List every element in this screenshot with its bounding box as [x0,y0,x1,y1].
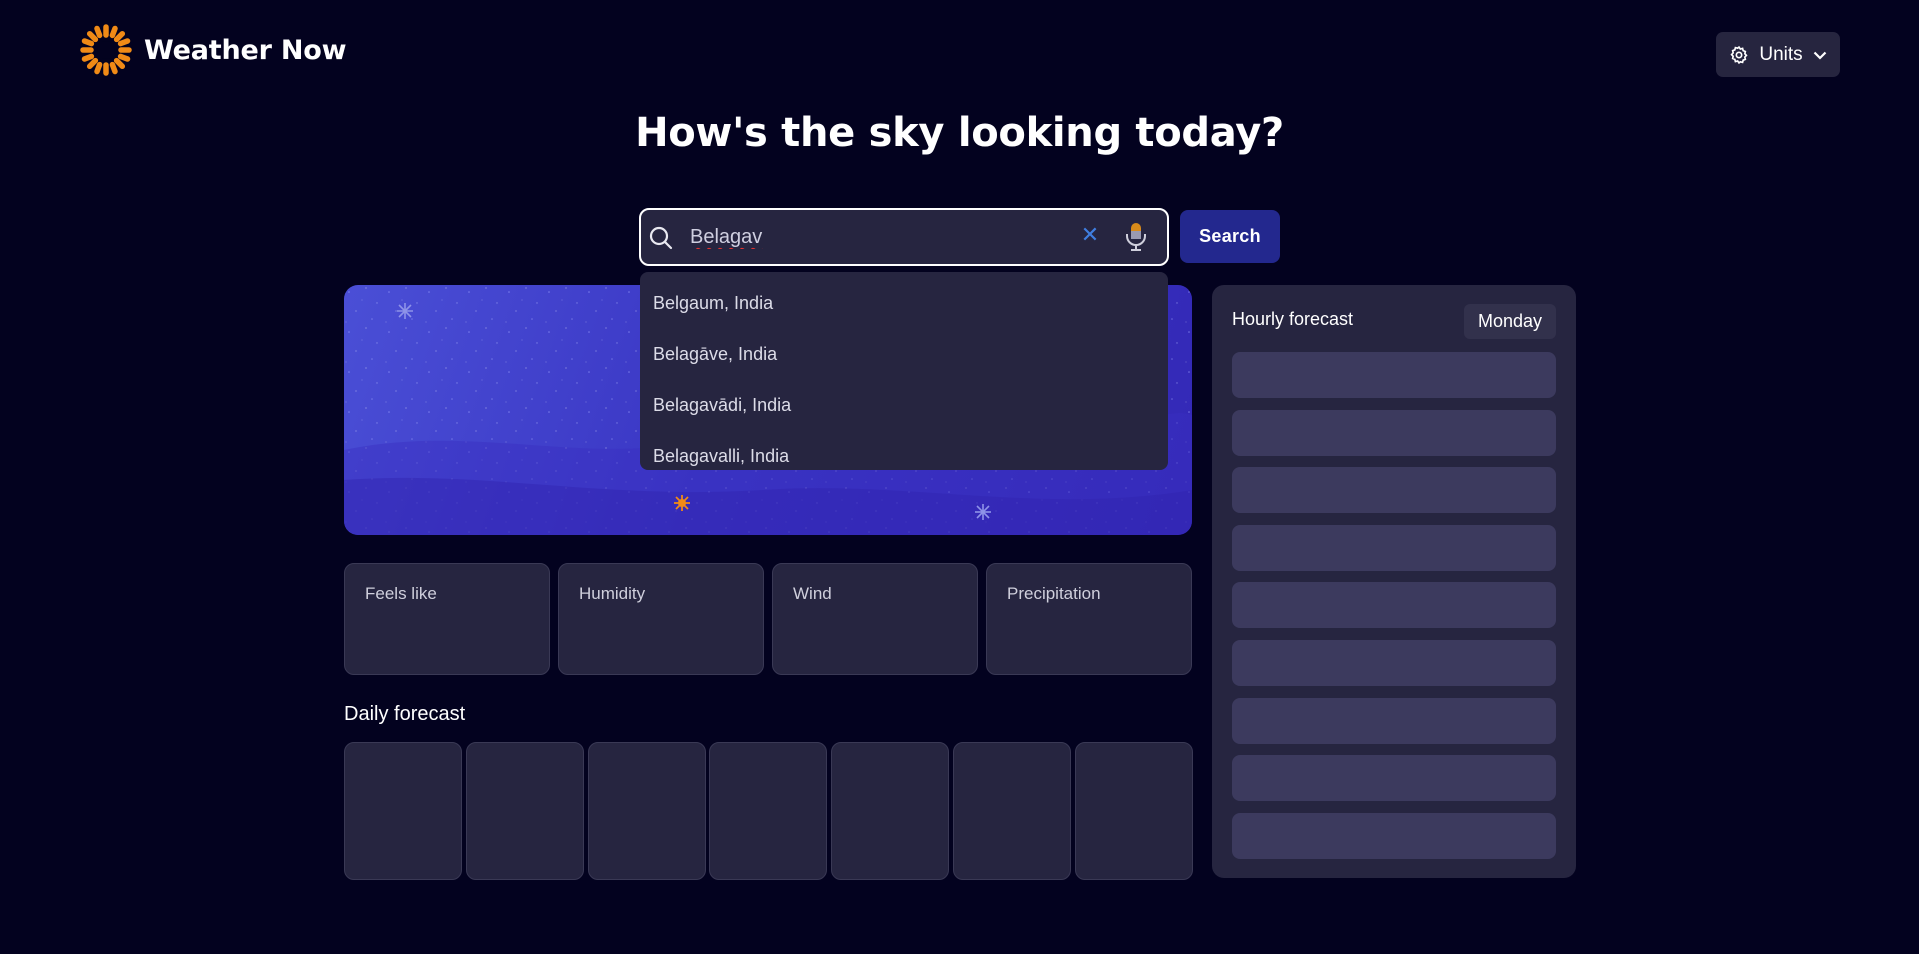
hour-row [1232,352,1556,398]
day-card [1075,742,1193,880]
search-suggestions: Belgaum, India Belagāve, India Belagavād… [640,272,1168,470]
day-card [709,742,827,880]
hourly-forecast-panel: Hourly forecast Monday [1212,285,1576,878]
day-card [344,742,462,880]
hour-row [1232,755,1556,801]
clear-icon[interactable]: ✕ [1080,224,1100,248]
precipitation-card: Precipitation [986,563,1192,675]
feels-like-label: Feels like [365,584,437,603]
weather-app: Weather Now Units How's the sky looking … [0,0,1919,954]
page-title: How's the sky looking today? [635,110,1284,156]
hour-row [1232,467,1556,513]
hour-row [1232,640,1556,686]
star-icon [397,303,413,319]
day-card [588,742,706,880]
sun-logo-icon [80,24,132,76]
hourly-forecast-title: Hourly forecast [1232,309,1354,329]
suggestion-item[interactable]: Belagāve, India [640,329,1168,380]
units-label: Units [1759,43,1803,65]
suggestion-item[interactable]: Belagavādi, India [640,380,1168,431]
microphone-icon[interactable] [1124,220,1148,252]
daily-forecast-title: Daily forecast [344,703,466,725]
hour-row [1232,698,1556,744]
app-name: Weather Now [144,34,347,66]
wind-card: Wind [772,563,978,675]
humidity-card: Humidity [558,563,764,675]
wind-label: Wind [793,584,832,603]
gear-icon [1730,45,1748,64]
day-card [466,742,584,880]
search-icon [649,226,673,250]
chevron-down-icon [1813,51,1826,60]
hour-row [1232,525,1556,571]
search-input[interactable] [690,220,1070,254]
units-button[interactable]: Units [1716,32,1840,77]
suggestion-item[interactable]: Belagavalli, India [640,431,1168,482]
logo[interactable]: Weather Now [80,24,347,76]
day-card [831,742,949,880]
feels-like-card: Feels like [344,563,550,675]
hour-row [1232,410,1556,456]
hour-row [1232,813,1556,859]
day-selector[interactable]: Monday [1464,304,1556,339]
hour-row [1232,582,1556,628]
precipitation-label: Precipitation [1007,584,1101,603]
day-card [953,742,1071,880]
suggestion-item[interactable]: Belgaum, India [640,278,1168,329]
humidity-label: Humidity [579,584,646,603]
search-button[interactable]: Search [1180,210,1280,263]
